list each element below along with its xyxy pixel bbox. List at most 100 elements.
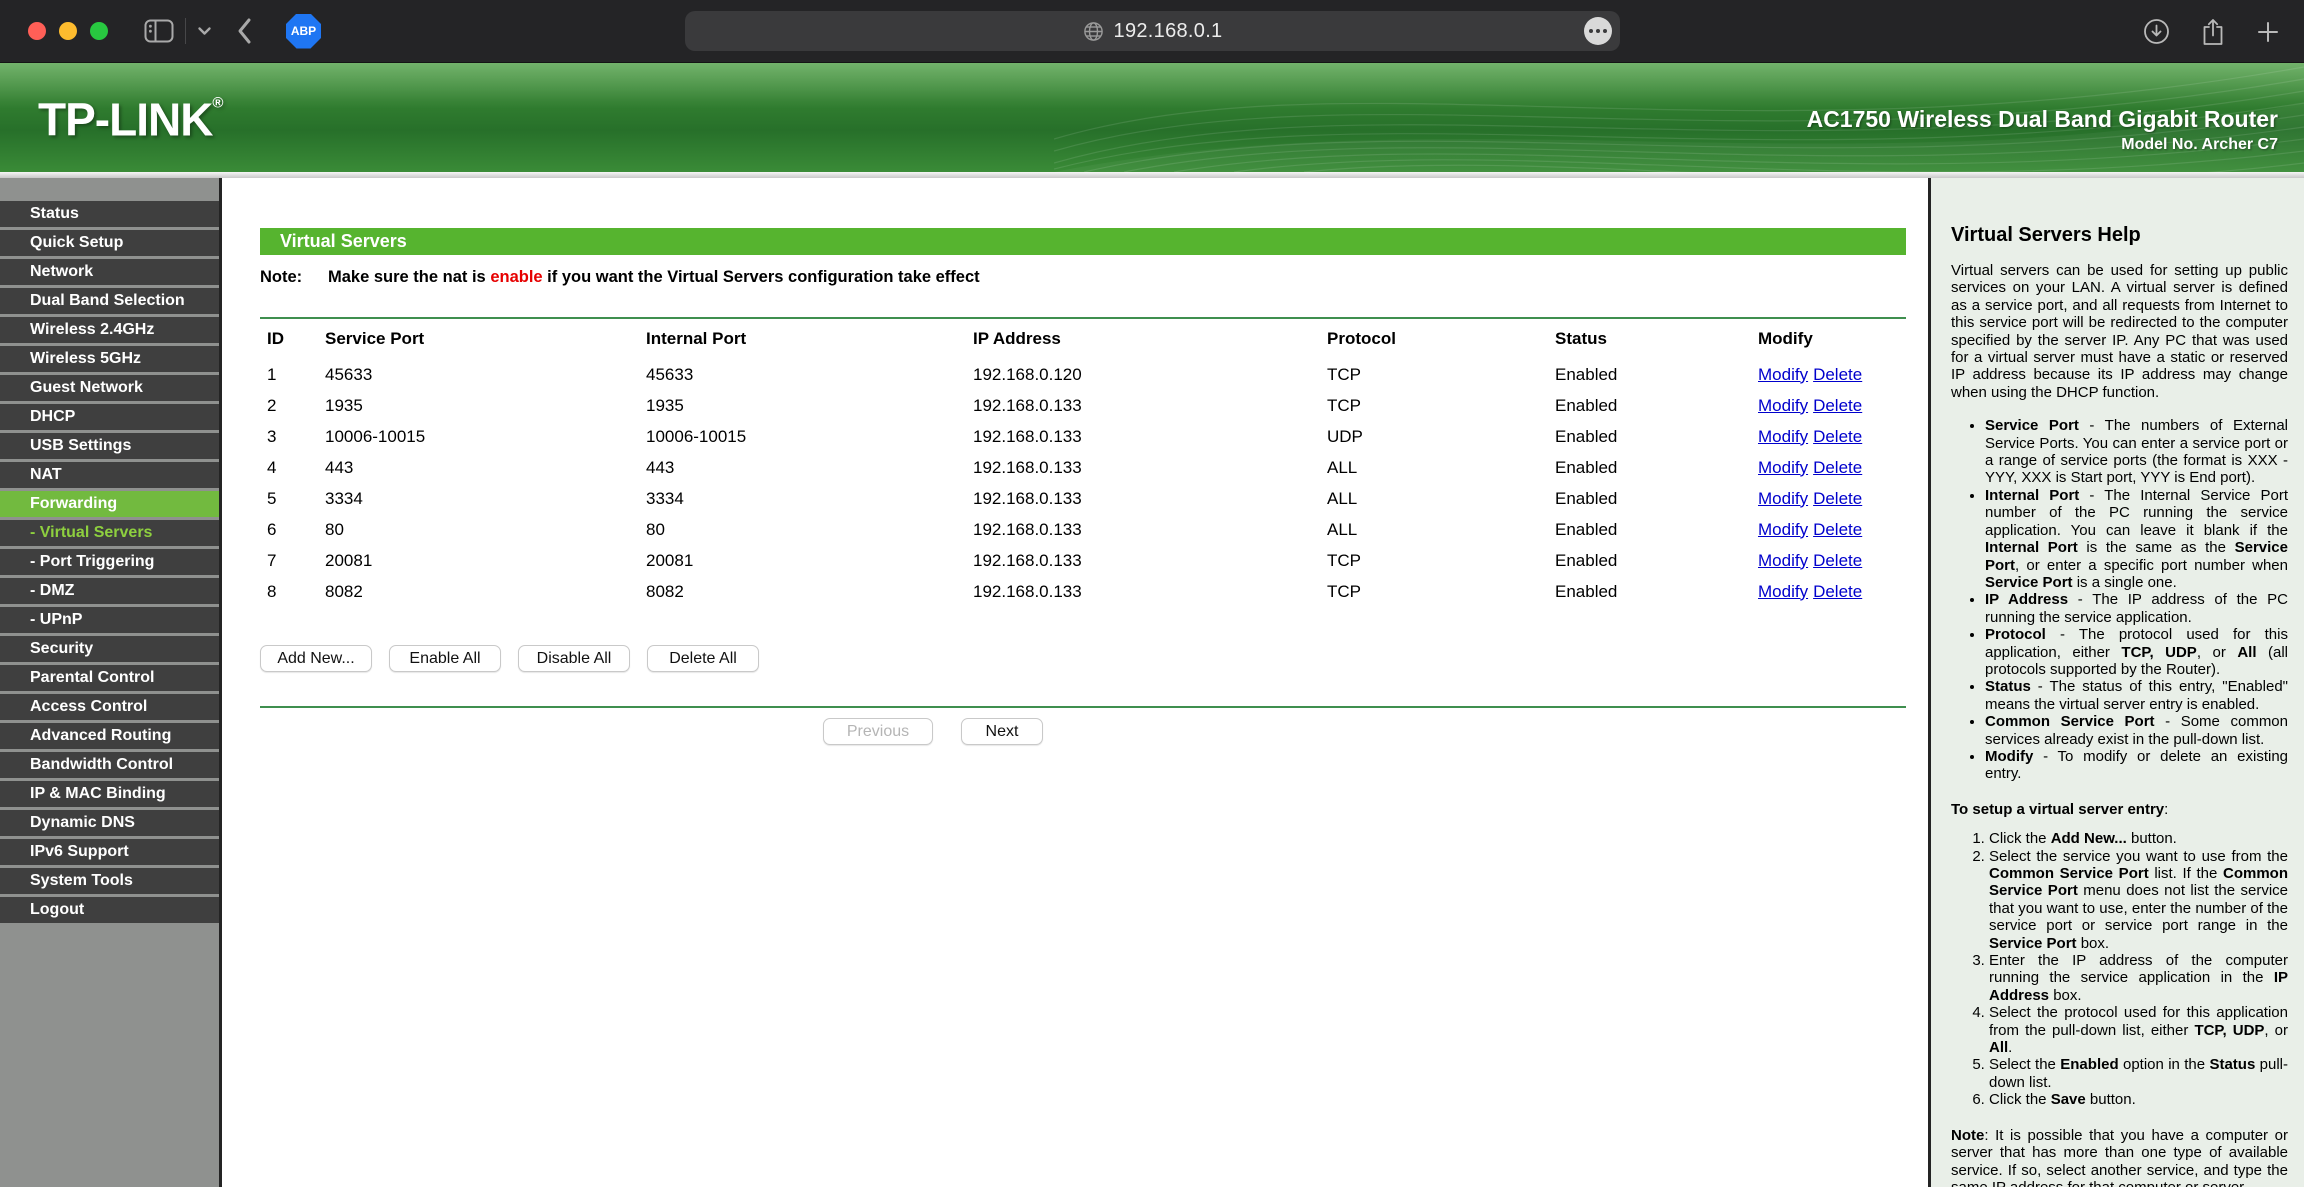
sidebar-item-access-control[interactable]: Access Control — [0, 694, 219, 720]
table-body: 1 45633 45633 192.168.0.120 TCP Enabled Modify… — [260, 359, 1906, 607]
enable-all-button[interactable]: Enable All — [389, 645, 501, 672]
cell-protocol: TCP — [1327, 550, 1361, 570]
toolbar-divider — [185, 18, 186, 44]
sidebar-item-wireless-2-4ghz[interactable]: Wireless 2.4GHz — [0, 317, 219, 343]
sidebar-item-dynamic-dns[interactable]: Dynamic DNS — [0, 810, 219, 836]
page-settings-icon[interactable] — [1584, 17, 1612, 45]
cell-protocol: ALL — [1327, 457, 1358, 477]
sidebar-item-ipv6-support[interactable]: IPv6 Support — [0, 839, 219, 865]
sidebar-item-system-tools[interactable]: System Tools — [0, 868, 219, 894]
modify-link[interactable]: Modify — [1758, 489, 1808, 508]
delete-link[interactable]: Delete — [1813, 489, 1862, 508]
cell-service-port: 3334 — [325, 488, 363, 508]
add-new-button[interactable]: Add New... — [260, 645, 372, 672]
close-window-button[interactable] — [28, 22, 46, 40]
sidebar-item-parental-control[interactable]: Parental Control — [0, 665, 219, 691]
cell-service-port: 10006-10015 — [325, 426, 426, 446]
note-text: Make sure the nat is enable if you want … — [328, 268, 980, 286]
cell-service-port: 20081 — [325, 550, 373, 570]
zoom-window-button[interactable] — [90, 22, 108, 40]
column-header-id: ID — [267, 329, 284, 348]
adblock-extension-icon[interactable]: ABP — [286, 13, 321, 49]
cell-modify: Modify Delete — [1758, 390, 1906, 421]
new-tab-icon[interactable] — [2256, 20, 2280, 44]
model-number: Model No. Archer C7 — [2121, 136, 2278, 153]
sidebar-item-quick-setup[interactable]: Quick Setup — [0, 230, 219, 256]
delete-link[interactable]: Delete — [1813, 582, 1862, 601]
sidebar-item-network[interactable]: Network — [0, 259, 219, 285]
cell-status: Enabled — [1555, 550, 1618, 570]
note: Note: Make sure the nat is enable if you… — [260, 268, 1906, 287]
help-bullet-item: Internal Port - The Internal Service Por… — [1985, 487, 2288, 591]
column-header-service-port: Service Port — [325, 329, 425, 348]
table-header-row: ID Service Port Internal Port IP Address Pro… — [260, 319, 1906, 359]
help-bullet-item: Status - The status of this entry, "Enab… — [1985, 678, 2288, 713]
delete-link[interactable]: Delete — [1813, 551, 1862, 570]
column-header-ip-address: IP Address — [973, 329, 1061, 348]
cell-id: 6 — [267, 519, 277, 539]
chevron-down-icon[interactable] — [197, 26, 212, 36]
sidebar-item-wireless-5ghz[interactable]: Wireless 5GHz — [0, 346, 219, 372]
sidebar-item-upnp[interactable]: - UPnP — [0, 607, 219, 633]
cell-protocol: ALL — [1327, 519, 1358, 539]
help-note: Note: It is possible that you have a com… — [1951, 1126, 2288, 1187]
cell-service-port: 80 — [325, 519, 344, 539]
minimize-window-button[interactable] — [59, 22, 77, 40]
modify-link[interactable]: Modify — [1758, 427, 1808, 446]
delete-all-button[interactable]: Delete All — [647, 645, 759, 672]
cell-protocol: UDP — [1327, 426, 1363, 446]
cell-internal-port: 1935 — [646, 395, 684, 415]
sidebar-item-logout[interactable]: Logout — [0, 897, 219, 923]
cell-modify: Modify Delete — [1758, 359, 1906, 390]
disable-all-button[interactable]: Disable All — [518, 645, 630, 672]
sidebar-item-nat[interactable]: NAT — [0, 462, 219, 488]
delete-link[interactable]: Delete — [1813, 427, 1862, 446]
delete-link[interactable]: Delete — [1813, 520, 1862, 539]
help-setup-step: Click the Add New... button. — [1989, 830, 2288, 847]
cell-id: 7 — [267, 550, 277, 570]
pagination: Previous Next — [260, 718, 1906, 745]
sidebar-item-dual-band-selection[interactable]: Dual Band Selection — [0, 288, 219, 314]
cell-protocol: TCP — [1327, 395, 1361, 415]
sidebar-item-status[interactable]: Status — [0, 201, 219, 227]
cell-ip: 192.168.0.133 — [973, 519, 1082, 539]
table-row: 2 1935 1935 192.168.0.133 TCP Enabled Modify De… — [260, 390, 1906, 421]
delete-link[interactable]: Delete — [1813, 458, 1862, 477]
sidebar-toggle-icon[interactable] — [144, 18, 174, 44]
sidebar-item-advanced-routing[interactable]: Advanced Routing — [0, 723, 219, 749]
cell-status: Enabled — [1555, 457, 1618, 477]
delete-link[interactable]: Delete — [1813, 365, 1862, 384]
help-intro: Virtual servers can be used for setting … — [1951, 262, 2288, 401]
modify-link[interactable]: Modify — [1758, 365, 1808, 384]
modify-link[interactable]: Modify — [1758, 458, 1808, 477]
sidebar-item-guest-network[interactable]: Guest Network — [0, 375, 219, 401]
cell-status: Enabled — [1555, 364, 1618, 384]
modify-link[interactable]: Modify — [1758, 551, 1808, 570]
address-bar[interactable]: 192.168.0.1 — [685, 11, 1620, 51]
sidebar-item-usb-settings[interactable]: USB Settings — [0, 433, 219, 459]
modify-link[interactable]: Modify — [1758, 520, 1808, 539]
sidebar-item-dmz[interactable]: - DMZ — [0, 578, 219, 604]
sidebar-item-forwarding[interactable]: Forwarding — [0, 491, 219, 517]
toolbar-right — [2143, 0, 2280, 63]
delete-link[interactable]: Delete — [1813, 396, 1862, 415]
sidebar-item-ip-mac-binding[interactable]: IP & MAC Binding — [0, 781, 219, 807]
product-title: AC1750 Wireless Dual Band Gigabit Router — [1806, 106, 2278, 132]
downloads-icon[interactable] — [2143, 18, 2170, 45]
sidebar-item-security[interactable]: Security — [0, 636, 219, 662]
modify-link[interactable]: Modify — [1758, 396, 1808, 415]
cell-status: Enabled — [1555, 488, 1618, 508]
cell-internal-port: 80 — [646, 519, 665, 539]
browser-chrome: ABP 192.168.0.1 — [0, 0, 2304, 63]
modify-link[interactable]: Modify — [1758, 582, 1808, 601]
sidebar-item-virtual-servers[interactable]: - Virtual Servers — [0, 520, 219, 546]
next-button[interactable]: Next — [961, 718, 1043, 745]
sidebar-item-bandwidth-control[interactable]: Bandwidth Control — [0, 752, 219, 778]
back-icon[interactable] — [236, 17, 252, 45]
cell-id: 2 — [267, 395, 277, 415]
previous-button[interactable]: Previous — [823, 718, 933, 745]
sidebar-item-dhcp[interactable]: DHCP — [0, 404, 219, 430]
sidebar-item-port-triggering[interactable]: - Port Triggering — [0, 549, 219, 575]
tplink-logo: TP-LINK® — [38, 93, 224, 146]
share-icon[interactable] — [2200, 17, 2226, 47]
